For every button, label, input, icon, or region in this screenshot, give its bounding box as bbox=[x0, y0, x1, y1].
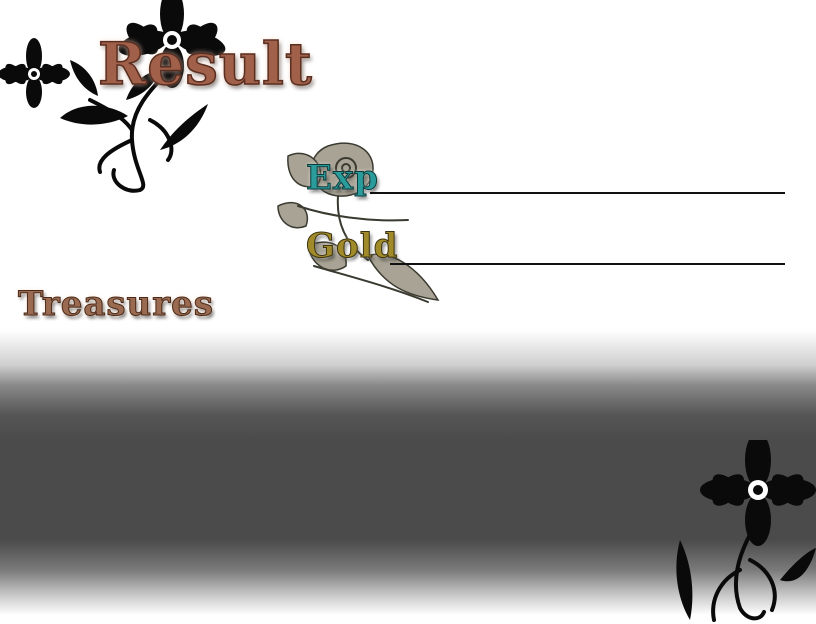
exp-underline bbox=[370, 192, 785, 194]
exp-label: Exp bbox=[306, 158, 379, 199]
result-title: Result bbox=[97, 29, 313, 99]
treasures-heading: Treasures bbox=[18, 284, 214, 325]
gold-underline bbox=[390, 263, 785, 265]
floral-ornament-icon bbox=[676, 440, 816, 622]
treasure-list bbox=[20, 340, 660, 540]
gold-label: Gold bbox=[305, 226, 399, 267]
result-screen: Result Treasures Exp Gold bbox=[0, 0, 816, 624]
